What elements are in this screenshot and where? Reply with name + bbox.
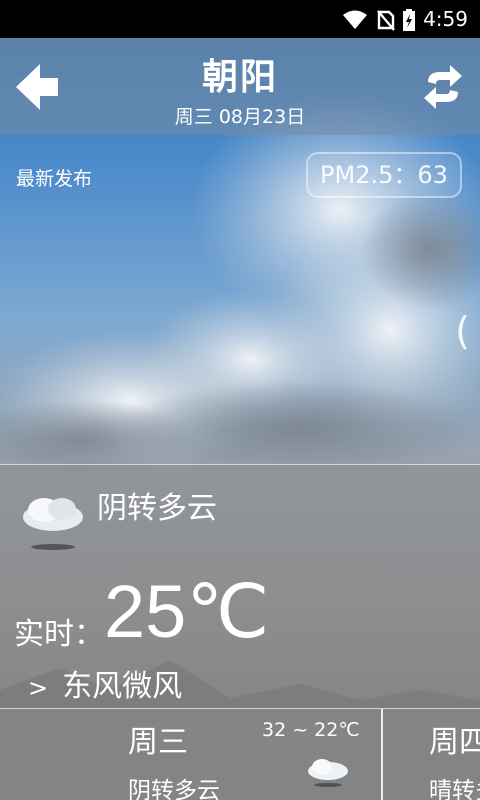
wifi-icon [343, 10, 367, 29]
pm25-badge: PM2.5：63 [306, 152, 462, 198]
forecast-temp-range: 32 ~ 22℃ [262, 719, 360, 741]
wind-arrow-icon: > [28, 674, 49, 702]
temperature-value: 25℃ [104, 570, 270, 653]
battery-charging-icon [403, 9, 415, 31]
publish-label: 最新发布 [16, 168, 93, 190]
cloudy-icon [23, 498, 83, 550]
wind-text: 东风微风 [62, 669, 183, 704]
current-weather-panel: 阴转多云 实时： 25℃ > 东风微风 [0, 464, 480, 709]
condition-text: 阴转多云 [97, 491, 217, 526]
date-label: 周三 08月23日 [174, 106, 306, 128]
header-bar: 朝阳 周三 08月23日 [0, 38, 480, 135]
no-sim-icon [377, 10, 395, 31]
wind-row: > 东风微风 [28, 661, 182, 705]
forecast-day: 周四 [429, 725, 480, 760]
status-time: 4:59 [423, 7, 468, 31]
realtime-label: 实时： [14, 617, 104, 652]
weather-screen: 4:59 朝阳 周三 08月23日 最新发布 PM2.5：63 ( 阴转多云 实… [0, 0, 480, 800]
forecast-card[interactable]: 周四 晴转多 [383, 709, 480, 800]
city-name: 朝阳 [201, 57, 278, 98]
forecast-card[interactable]: 周三 32 ~ 22℃ 阴转多云 [0, 709, 383, 800]
forecast-condition: 阴转多云 [128, 778, 220, 800]
forecast-strip[interactable]: 周三 32 ~ 22℃ 阴转多云 周四 晴转多 [0, 708, 480, 800]
cloudy-icon [308, 759, 348, 787]
forecast-condition: 晴转多 [429, 778, 480, 800]
refresh-icon[interactable] [420, 62, 466, 112]
status-bar: 4:59 [0, 0, 480, 38]
side-arrow-icon[interactable]: ( [455, 309, 470, 353]
forecast-day: 周三 [128, 725, 188, 760]
